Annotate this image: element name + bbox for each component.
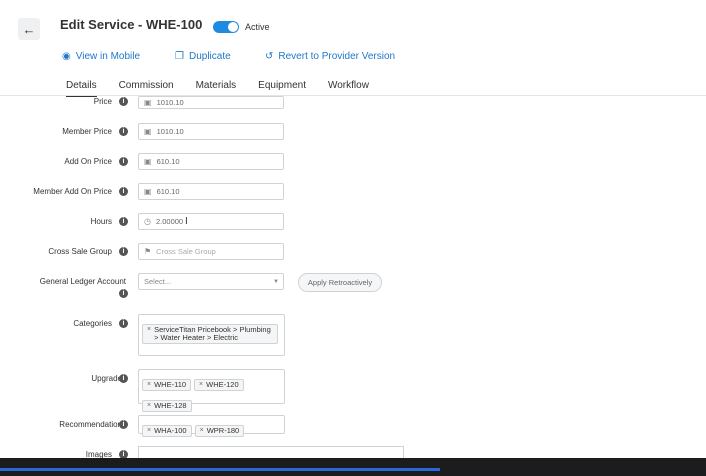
category-chip-label: ServiceTitan Pricebook > Plumbing > Wate… [154, 325, 271, 342]
toggle-knob [228, 22, 238, 32]
info-icon: i [119, 247, 128, 256]
upgrade-chip[interactable]: × WHE-110 [142, 379, 192, 391]
eye-icon: ◉ [62, 51, 71, 62]
info-icon: i [119, 157, 128, 166]
member-price-input[interactable]: ▣ 1010.10 [138, 123, 284, 140]
member-price-label: Member Price [62, 127, 112, 136]
revert-icon: ↺ [265, 51, 274, 62]
recommendations-multiselect[interactable]: × WHA-100 × WPR-180 [138, 415, 285, 437]
upgrade-chip-label: WHE-120 [206, 380, 239, 389]
categories-label: Categories [73, 319, 112, 328]
recommendation-chip[interactable]: × WPR-180 [194, 425, 245, 437]
hours-value: 2.00000 [155, 217, 184, 226]
recommendations-label: Recommendations [59, 420, 126, 429]
money-icon: ▣ [144, 157, 152, 166]
arrow-left-icon: ← [22, 21, 36, 37]
remove-icon[interactable]: × [147, 381, 151, 389]
cross-sale-group-placeholder: Cross Sale Group [156, 247, 216, 256]
member-add-on-price-label: Member Add On Price [33, 187, 112, 196]
view-in-mobile-link[interactable]: ◉ View in Mobile [62, 51, 140, 62]
page-title: Edit Service - WHE-100 [60, 17, 203, 32]
cross-sale-group-label: Cross Sale Group [48, 247, 112, 256]
info-icon: i [119, 127, 128, 136]
remove-icon[interactable]: × [147, 402, 151, 410]
gl-account-label: General Ledger Account [39, 277, 126, 286]
recommendation-chip-label: WPR-180 [206, 426, 240, 435]
category-chip[interactable]: × ServiceTitan Pricebook > Plumbing > Wa… [142, 324, 278, 344]
price-label: Price [93, 97, 112, 106]
money-icon: ▣ [144, 127, 152, 136]
back-button[interactable]: ← [18, 18, 40, 40]
add-on-price-label: Add On Price [64, 157, 112, 166]
member-add-on-price-input[interactable]: ▣ 610.10 [138, 183, 284, 200]
progress-bar [0, 468, 440, 471]
remove-icon[interactable]: × [147, 326, 151, 334]
duplicate-label: Duplicate [188, 51, 231, 62]
tag-icon: ⚑ [144, 247, 152, 256]
hours-label: Hours [90, 217, 112, 226]
member-add-on-price-value: 610.10 [156, 187, 180, 196]
remove-icon[interactable]: × [199, 381, 203, 389]
view-in-mobile-label: View in Mobile [75, 51, 141, 62]
hours-input[interactable]: ◷ 2.00000 [138, 213, 284, 230]
duplicate-link[interactable]: ❐ Duplicate [175, 51, 231, 62]
info-icon: i [119, 319, 128, 328]
clock-icon: ◷ [144, 217, 151, 226]
upgrade-chip[interactable]: × WHE-120 [194, 379, 244, 391]
info-icon: i [119, 289, 128, 298]
upgrades-multiselect[interactable]: × WHE-110 × WHE-120 × WHE-128 [138, 369, 285, 412]
recommendation-chip-label: WHA-100 [154, 426, 187, 435]
info-icon: i [119, 374, 128, 383]
money-icon: ▣ [144, 187, 152, 196]
upgrade-chip-label: WHE-128 [154, 401, 187, 410]
copy-icon: ❐ [175, 51, 184, 62]
add-on-price-value: 610.10 [156, 157, 180, 166]
cross-sale-group-input[interactable]: ⚑ Cross Sale Group [138, 243, 284, 260]
text-cursor-icon: I [185, 216, 188, 227]
money-icon: ▣ [144, 98, 152, 107]
categories-multiselect[interactable]: × ServiceTitan Pricebook > Plumbing > Wa… [138, 314, 285, 356]
images-dropzone[interactable] [138, 446, 404, 458]
chevron-down-icon: ▼ [273, 278, 279, 285]
price-value: 1010.10 [156, 98, 184, 107]
upgrade-chip[interactable]: × WHE-128 [142, 400, 192, 412]
taskbar [0, 458, 706, 476]
info-icon: i [119, 187, 128, 196]
gl-account-select[interactable]: Select... ▼ [138, 273, 284, 290]
recommendation-chip[interactable]: × WHA-100 [142, 425, 192, 437]
active-label: Active [245, 22, 270, 32]
remove-icon[interactable]: × [147, 427, 151, 435]
info-icon: i [119, 420, 128, 429]
member-price-value: 1010.10 [156, 127, 184, 136]
revert-label: Revert to Provider Version [278, 51, 396, 62]
info-icon: i [119, 97, 128, 106]
apply-retroactively-button[interactable]: Apply Retroactively [298, 273, 382, 292]
add-on-price-input[interactable]: ▣ 610.10 [138, 153, 284, 170]
price-input[interactable]: ▣ 1010.10 [138, 96, 284, 109]
upgrade-chip-label: WHE-110 [154, 380, 187, 389]
remove-icon[interactable]: × [200, 427, 204, 435]
info-icon: i [119, 217, 128, 226]
header-divider [0, 95, 706, 96]
revert-link[interactable]: ↺ Revert to Provider Version [265, 51, 395, 62]
upgrades-label: Upgrades [91, 374, 126, 383]
active-toggle[interactable] [213, 21, 239, 33]
gl-account-placeholder: Select... [144, 277, 172, 286]
